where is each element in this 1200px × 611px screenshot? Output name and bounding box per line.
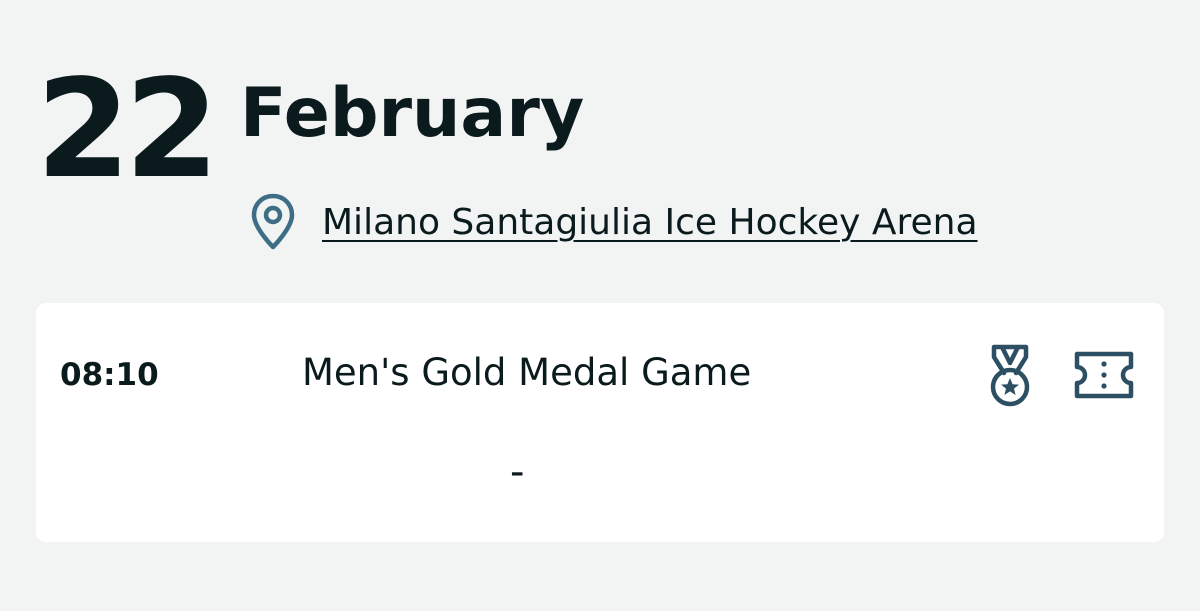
venue-link[interactable]: Milano Santagiulia Ice Hockey Arena bbox=[322, 202, 978, 243]
venue: Milano Santagiulia Ice Hockey Arena bbox=[250, 192, 978, 252]
event-score: - bbox=[510, 449, 525, 495]
date-month: February bbox=[240, 74, 585, 153]
event-card[interactable]: 08:10 Men's Gold Medal Game - bbox=[36, 303, 1164, 542]
ticket-icon[interactable] bbox=[1072, 349, 1136, 401]
location-pin-icon bbox=[251, 193, 295, 250]
event-title[interactable]: Men's Gold Medal Game bbox=[302, 351, 751, 394]
date-day: 22 bbox=[36, 51, 219, 209]
medal-icon[interactable] bbox=[980, 343, 1040, 409]
event-time: 08:10 bbox=[60, 357, 159, 393]
